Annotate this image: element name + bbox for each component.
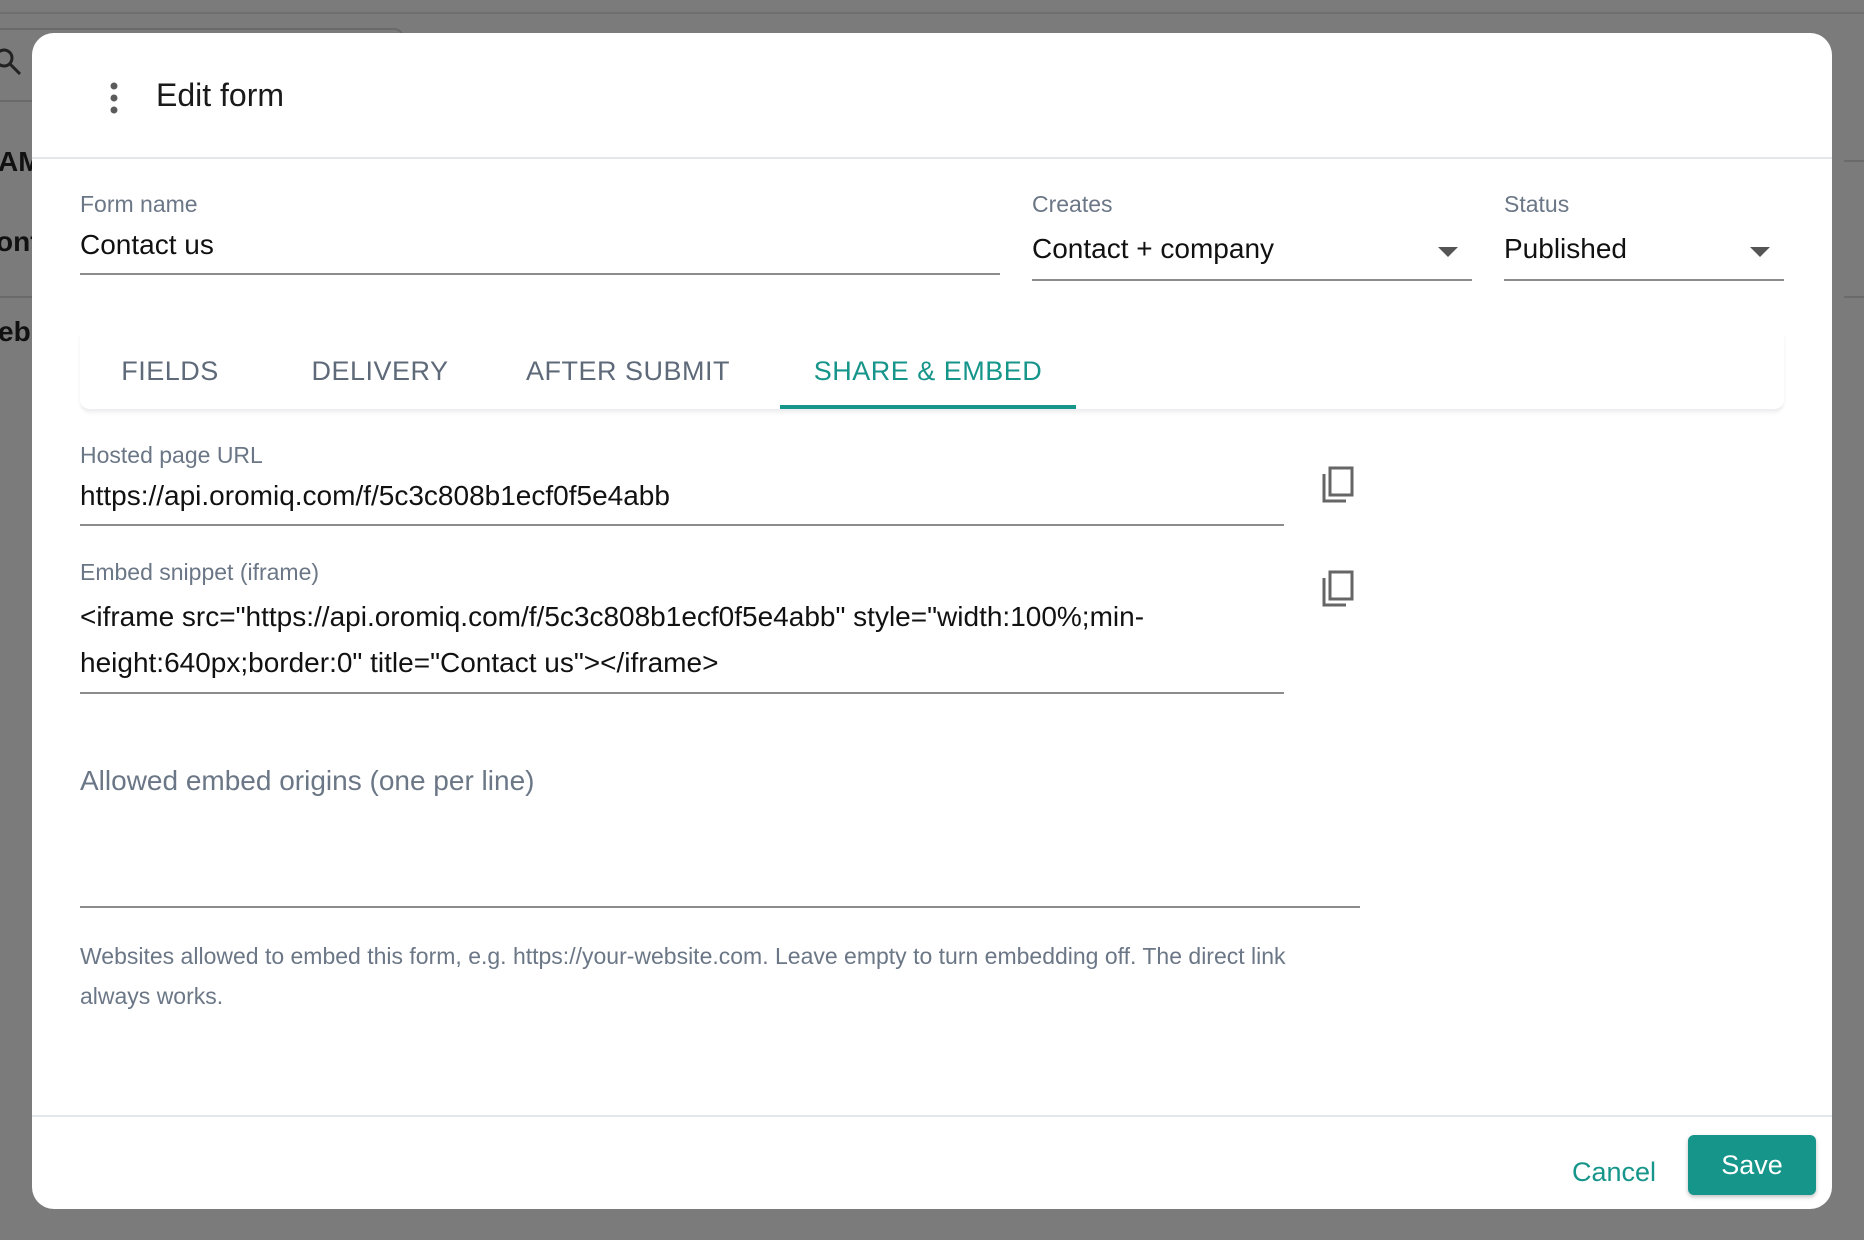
form-name-underline xyxy=(80,273,1000,275)
dialog-title: Edit form xyxy=(156,77,285,113)
background-divider xyxy=(1844,296,1864,298)
status-dropdown-icon[interactable] xyxy=(1750,247,1770,257)
hosted-url-label: Hosted page URL xyxy=(80,442,263,468)
save-button[interactable]: Save xyxy=(1688,1135,1816,1195)
background-search-icon xyxy=(0,48,22,76)
form-name-label: Form name xyxy=(80,191,198,217)
creates-select[interactable]: Contact + company xyxy=(1032,233,1472,265)
dialog-footer: Cancel Save xyxy=(32,1115,1832,1209)
tab-after-submit[interactable]: AFTER SUBMIT xyxy=(498,333,758,409)
tab-fields[interactable]: FIELDS xyxy=(80,333,260,409)
allowed-origins-label: Allowed embed origins (one per line) xyxy=(80,765,535,796)
background-divider xyxy=(1844,160,1864,162)
edit-form-dialog: Edit form Form name Contact us Creates C… xyxy=(32,33,1832,1209)
status-underline xyxy=(1504,279,1784,281)
more-options-button[interactable] xyxy=(94,71,134,125)
tab-bar: FIELDS DELIVERY AFTER SUBMIT SHARE & EMB… xyxy=(80,333,1784,411)
embed-snippet-underline xyxy=(80,692,1284,694)
helper-text-line: Websites allowed to embed this form, e.g… xyxy=(80,943,1286,969)
more-vert-icon xyxy=(110,82,118,114)
allowed-origins-textarea[interactable] xyxy=(80,809,1360,935)
embed-snippet-field[interactable]: <iframe src="https://api.oromiq.com/f/5c… xyxy=(80,594,1284,686)
status-label: Status xyxy=(1504,191,1570,217)
embed-snippet-label: Embed snippet (iframe) xyxy=(80,559,320,585)
creates-dropdown-icon[interactable] xyxy=(1438,247,1458,257)
creates-underline xyxy=(1032,279,1472,281)
creates-label: Creates xyxy=(1032,191,1113,217)
form-name-input[interactable]: Contact us xyxy=(80,229,1000,261)
copy-icon xyxy=(1322,466,1354,503)
copy-hosted-url-button[interactable] xyxy=(1314,461,1362,509)
background-topbar xyxy=(0,0,1864,14)
dialog-header: Edit form xyxy=(32,33,1832,159)
embed-snippet-line: <iframe src="https://api.oromiq.com/f/5c… xyxy=(80,601,1145,632)
embed-snippet-line: height:640px;border:0" title="Contact us… xyxy=(80,647,719,678)
tab-delivery[interactable]: DELIVERY xyxy=(280,333,480,409)
active-tab-indicator xyxy=(780,405,1076,409)
hosted-url-field[interactable]: https://api.oromiq.com/f/5c3c808b1ecf0f5… xyxy=(80,480,1284,512)
tab-share-embed[interactable]: SHARE & EMBED xyxy=(780,333,1076,409)
status-select[interactable]: Published xyxy=(1504,233,1784,265)
allowed-origins-underline xyxy=(80,906,1360,908)
cancel-button[interactable]: Cancel xyxy=(1554,1145,1674,1199)
copy-icon xyxy=(1322,570,1354,607)
allowed-origins-helper-text: Websites allowed to embed this form, e.g… xyxy=(80,936,1370,1016)
copy-embed-snippet-button[interactable] xyxy=(1314,565,1362,613)
helper-text-line: always works. xyxy=(80,983,224,1009)
hosted-url-underline xyxy=(80,524,1284,526)
